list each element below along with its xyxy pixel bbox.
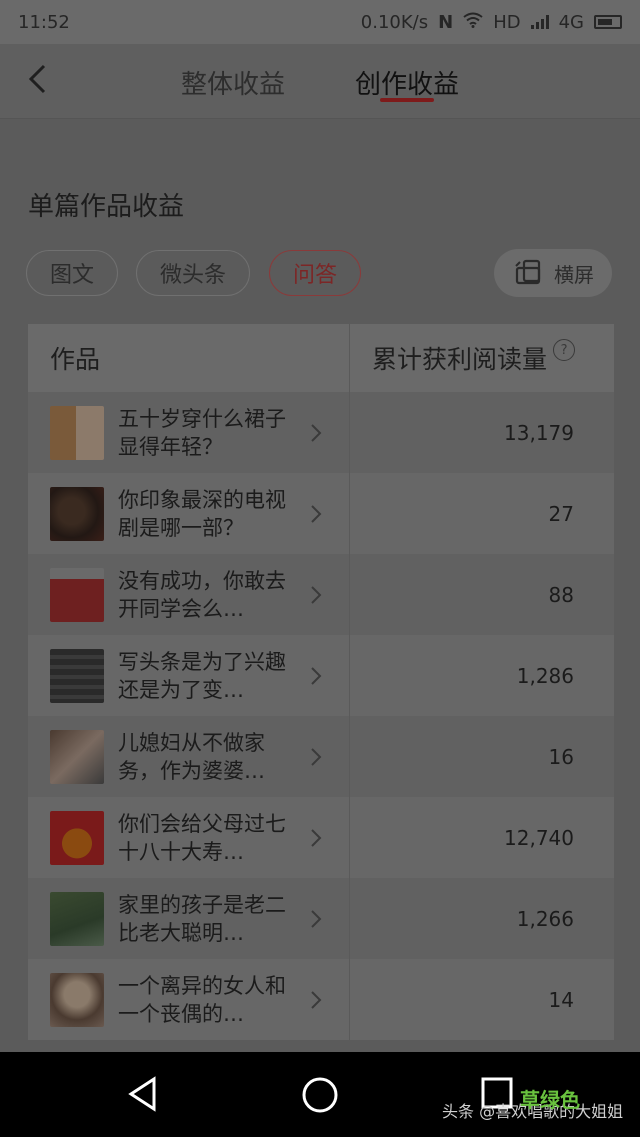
table-row[interactable]: 家里的孩子是老二比老大聪明… 1,266: [28, 878, 614, 959]
work-cell: 家里的孩子是老二比老大聪明…: [28, 878, 350, 959]
table-row[interactable]: 你印象最深的电视剧是哪一部？ 27: [28, 473, 614, 554]
tab-overall-income[interactable]: 整体收益: [181, 44, 285, 100]
work-cell: 你印象最深的电视剧是哪一部？: [28, 473, 350, 554]
column-header-work: 作品: [28, 324, 350, 392]
landscape-label: 横屏: [554, 262, 594, 287]
filter-chip-micro-post[interactable]: 微头条: [136, 250, 250, 296]
chevron-right-icon: [311, 504, 322, 523]
chevron-right-icon: [311, 747, 322, 766]
work-title: 你们会给父母过七十八十大寿…: [118, 811, 286, 864]
tab-bar: 整体收益 创作收益: [0, 44, 640, 118]
work-cell: 没有成功，你敢去开同学会么…: [28, 554, 350, 635]
work-cell: 五十岁穿什么裙子显得年轻？: [28, 392, 350, 473]
table-row[interactable]: 你们会给父母过七十八十大寿… 12,740: [28, 797, 614, 878]
work-title: 没有成功，你敢去开同学会么…: [118, 568, 286, 621]
rotate-screen-icon: [515, 259, 541, 285]
section-title: 单篇作品收益: [28, 192, 185, 222]
nfc-icon: N: [438, 11, 454, 33]
work-cell: 你们会给父母过七十八十大寿…: [28, 797, 350, 878]
chevron-right-icon: [311, 666, 322, 685]
work-title: 五十岁穿什么裙子显得年轻？: [118, 406, 286, 459]
views-count: 1,286: [516, 663, 574, 688]
signal-icon: [530, 15, 549, 29]
work-title: 写头条是为了兴趣还是为了变…: [118, 649, 286, 702]
status-bar: 11:52 0.10K/s N HD 4G: [0, 0, 640, 44]
views-count: 12,740: [504, 825, 574, 850]
watermark-logo: 草绿色: [520, 1088, 580, 1112]
views-count: 88: [548, 582, 574, 607]
work-title: 你印象最深的电视剧是哪一部？: [118, 487, 286, 540]
work-title: 家里的孩子是老二比老大聪明…: [118, 892, 286, 945]
back-triangle-icon[interactable]: [126, 1076, 160, 1112]
work-title: 儿媳妇从不做家务，作为婆婆…: [118, 730, 265, 783]
chevron-right-icon: [311, 909, 322, 928]
filter-chip-article[interactable]: 图文: [26, 250, 118, 296]
nav-bar: 整体收益 创作收益: [0, 44, 640, 119]
filter-chip-qa[interactable]: 问答: [269, 250, 361, 296]
works-table: 作品 累计获利阅读量 ? 五十岁穿什么裙子显得年轻？ 13,179 你印象最深的电视…: [28, 324, 614, 1052]
landscape-button[interactable]: 横屏: [494, 249, 612, 297]
hd-label: HD: [493, 11, 521, 33]
work-cell: 儿媳妇从不做家务，作为婆婆…: [28, 716, 350, 797]
status-indicators: 0.10K/s N HD 4G: [361, 12, 622, 33]
work-thumbnail: [50, 891, 104, 946]
work-thumbnail: [50, 810, 104, 865]
table-row[interactable]: 没有成功，你敢去开同学会么… 88: [28, 554, 614, 635]
views-count: 14: [548, 987, 574, 1012]
views-count: 27: [548, 501, 574, 526]
chevron-right-icon: [311, 990, 322, 1009]
network-type: 4G: [558, 11, 584, 33]
work-thumbnail: [50, 486, 104, 541]
help-icon[interactable]: ?: [553, 339, 576, 361]
chevron-right-icon: [311, 828, 322, 847]
wifi-icon: [463, 12, 483, 33]
table-row[interactable]: 写头条是为了兴趣还是为了变… 1,286: [28, 635, 614, 716]
battery-icon: [594, 15, 622, 29]
work-thumbnail: [50, 972, 104, 1027]
home-circle-icon[interactable]: [301, 1076, 339, 1114]
work-cell: 写头条是为了兴趣还是为了变…: [28, 635, 350, 716]
tab-creation-income[interactable]: 创作收益: [355, 44, 459, 100]
chevron-right-icon: [311, 585, 322, 604]
work-thumbnail: [50, 648, 104, 703]
work-thumbnail: [50, 567, 104, 622]
work-thumbnail: [50, 405, 104, 460]
status-time: 11:52: [18, 11, 70, 33]
views-count: 1,266: [516, 906, 574, 931]
work-title: 一个离异的女人和一个丧偶的…: [118, 973, 286, 1026]
table-row[interactable]: 一个离异的女人和一个丧偶的… 14: [28, 959, 614, 1040]
table-header: 作品 累计获利阅读量 ?: [28, 324, 614, 392]
views-count: 13,179: [504, 420, 574, 445]
table-row[interactable]: 儿媳妇从不做家务，作为婆婆… 16: [28, 716, 614, 797]
work-cell: 一个离异的女人和一个丧偶的…: [28, 959, 350, 1040]
chevron-right-icon: [311, 423, 322, 442]
column-header-views: 累计获利阅读量 ?: [350, 324, 614, 392]
net-speed: 0.10K/s: [360, 11, 429, 33]
views-count: 16: [548, 744, 574, 769]
column-header-views-label: 累计获利阅读量: [372, 345, 548, 374]
table-row[interactable]: 五十岁穿什么裙子显得年轻？ 13,179: [28, 392, 614, 473]
work-thumbnail: [50, 729, 104, 784]
